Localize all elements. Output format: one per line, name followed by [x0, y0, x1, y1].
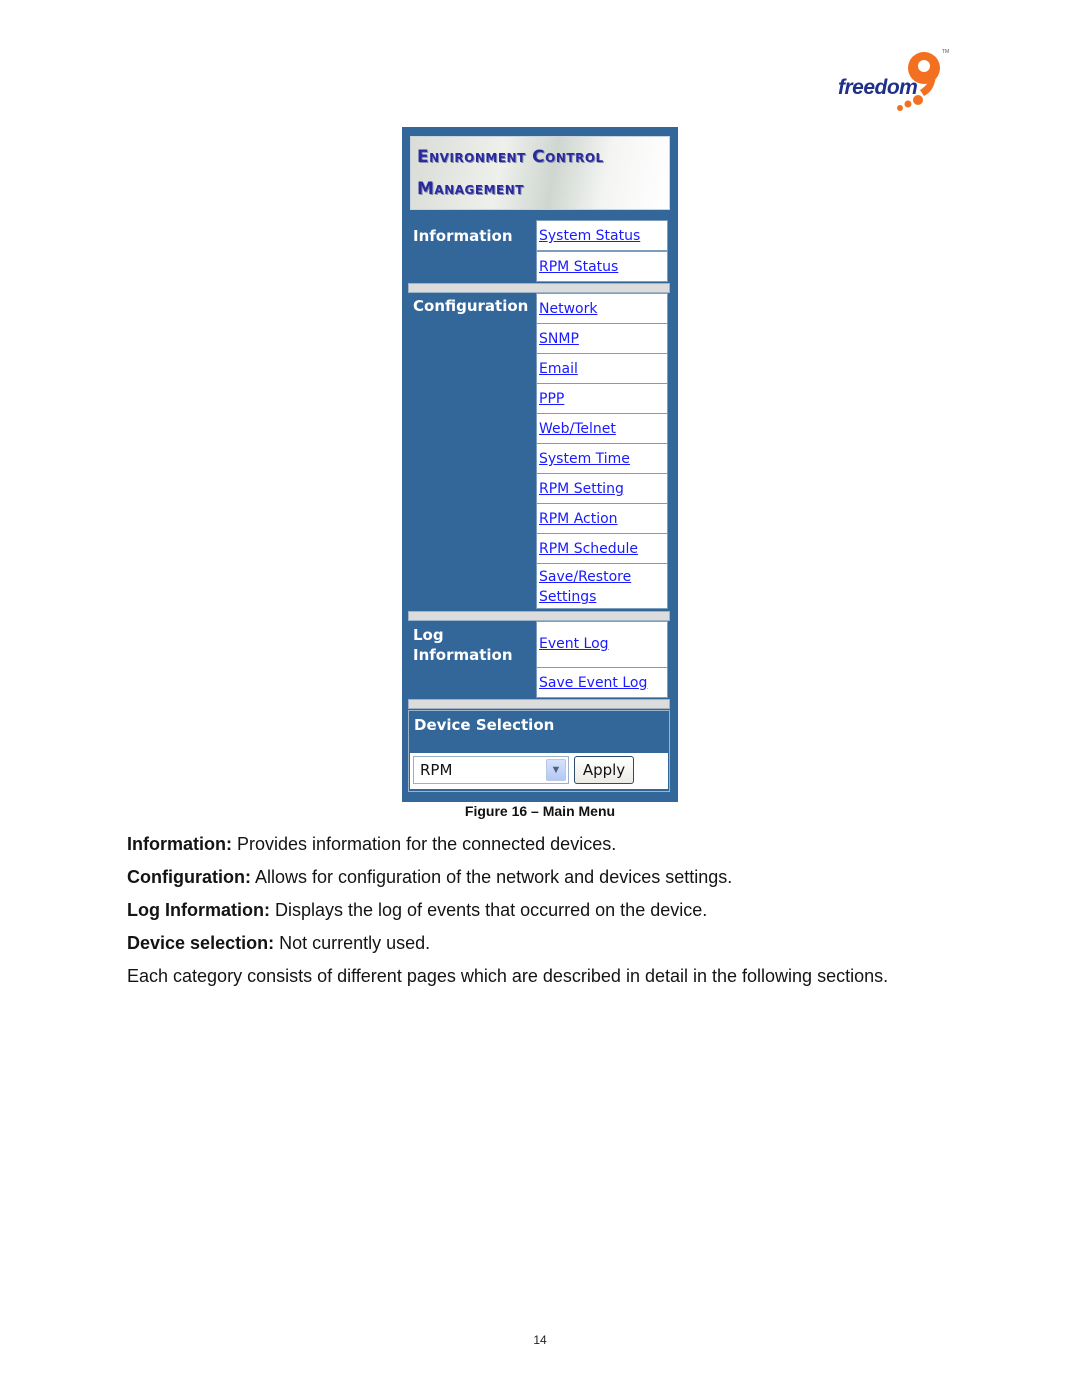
page-number: 14 — [533, 1333, 547, 1347]
link-cell: Save/Restore Settings — [536, 563, 668, 609]
section-separator — [408, 699, 670, 709]
term: Log Information: — [127, 900, 270, 920]
main-menu-panel: Environment Control Management Informati… — [402, 127, 678, 802]
apply-button[interactable]: Apply — [574, 756, 634, 784]
device-select-value: RPM — [420, 761, 453, 779]
link-rpm-status[interactable]: RPM Status — [539, 257, 618, 277]
section-information: Information System Status RPM Status — [408, 220, 671, 283]
description-information: Information: Provides information for th… — [127, 833, 616, 855]
section-label-configuration: Configuration — [413, 297, 529, 315]
link-cell: Event Log — [536, 621, 668, 668]
definition: Provides information for the connected d… — [232, 834, 617, 854]
section-label-log-information: Log Information — [413, 626, 513, 664]
link-event-log[interactable]: Event Log — [539, 634, 609, 654]
freedom9-logo: TM freedom — [832, 46, 962, 116]
description-configuration: Configuration: Allows for configuration … — [127, 866, 732, 888]
link-web-telnet[interactable]: Web/Telnet — [539, 419, 616, 439]
link-network[interactable]: Network — [539, 299, 597, 319]
definition: Displays the log of events that occurred… — [269, 900, 708, 920]
link-cell: Save Event Log — [536, 667, 668, 698]
link-cell: System Status — [536, 220, 668, 251]
link-cell: Web/Telnet — [536, 413, 668, 444]
chevron-down-icon[interactable]: ▼ — [546, 759, 566, 781]
figure-caption: Figure 16 – Main Menu — [464, 803, 616, 819]
link-rpm-schedule[interactable]: RPM Schedule — [539, 539, 638, 559]
link-cell: SNMP — [536, 323, 668, 354]
link-cell: RPM Schedule — [536, 533, 668, 564]
term: Configuration: — [127, 867, 251, 887]
link-save-restore-settings[interactable]: Save/Restore Settings — [539, 567, 649, 607]
link-ppp[interactable]: PPP — [539, 389, 564, 409]
description-device-selection: Device selection: Not currently used. — [127, 932, 430, 954]
link-snmp[interactable]: SNMP — [539, 329, 579, 349]
description-log-information: Log Information: Displays the log of eve… — [127, 899, 707, 921]
link-cell: RPM Action — [536, 503, 668, 534]
section-separator — [408, 283, 670, 293]
link-rpm-setting[interactable]: RPM Setting — [539, 479, 624, 499]
link-save-event-log[interactable]: Save Event Log — [539, 673, 647, 693]
link-cell: Network — [536, 293, 668, 324]
definition: Not currently used. — [274, 933, 431, 953]
link-cell: RPM Status — [536, 251, 668, 282]
link-cell: RPM Setting — [536, 473, 668, 504]
banner-title-line1: Environment Control — [417, 147, 604, 167]
term: Device selection: — [127, 933, 275, 953]
logo-wordmark: freedom — [838, 76, 918, 99]
section-device-selection: Device Selection RPM ▼ Apply — [408, 710, 670, 792]
link-cell: System Time — [536, 443, 668, 474]
section-separator — [408, 611, 670, 621]
link-email[interactable]: Email — [539, 359, 578, 379]
link-system-status[interactable]: System Status — [539, 226, 640, 246]
link-cell: Email — [536, 353, 668, 384]
section-configuration: Configuration Network SNMP Email PPP Web… — [408, 293, 671, 611]
definition: Allows for configuration of the network … — [250, 867, 733, 887]
device-selection-controls: RPM ▼ Apply — [410, 753, 668, 789]
banner-title-line2: Management — [417, 179, 524, 199]
term: Information: — [127, 834, 232, 854]
section-label-information: Information — [413, 227, 513, 245]
summary-paragraph: Each category consists of different page… — [127, 966, 889, 986]
device-select[interactable]: RPM ▼ — [413, 756, 569, 784]
menu-banner: Environment Control Management — [410, 136, 670, 210]
link-system-time[interactable]: System Time — [539, 449, 630, 469]
section-log-information: Log Information Event Log Save Event Log — [408, 621, 671, 699]
link-rpm-action[interactable]: RPM Action — [539, 509, 618, 529]
section-label-device-selection: Device Selection — [414, 716, 555, 734]
link-cell: PPP — [536, 383, 668, 414]
trademark-mark: TM — [942, 49, 949, 55]
